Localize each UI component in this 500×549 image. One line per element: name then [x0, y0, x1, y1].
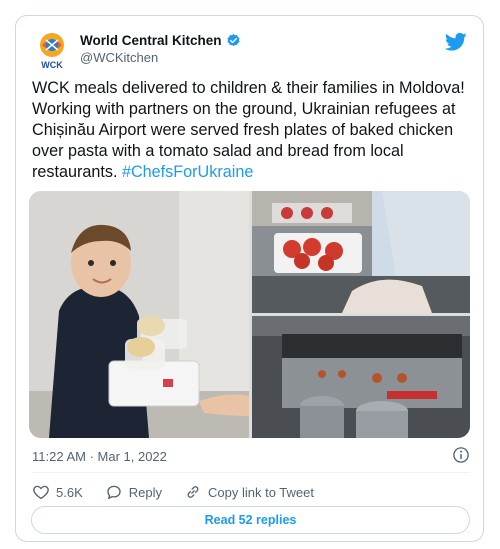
author-block[interactable]: World Central Kitchen @WCKitchen — [80, 33, 241, 65]
hashtag-link[interactable]: #ChefsForUkraine — [122, 163, 253, 181]
read-replies-button[interactable]: Read 52 replies — [31, 506, 470, 534]
author-name[interactable]: World Central Kitchen — [80, 33, 222, 48]
media-grid — [29, 191, 470, 438]
tweet-timestamp[interactable]: 11:22 AM · Mar 1, 2022 — [32, 449, 167, 464]
verified-badge-icon — [226, 33, 241, 48]
tweet-header: WCK World Central Kitchen @WCKitchen — [34, 30, 469, 70]
tweet-text: WCK meals delivered to children & their … — [32, 78, 472, 183]
copy-link-label: Copy link to Tweet — [208, 484, 314, 500]
link-icon — [187, 486, 199, 498]
heart-icon — [33, 485, 49, 500]
reply-label: Reply — [128, 484, 162, 500]
action-bar: 5.6K Reply Copy link to Tweet — [32, 482, 336, 502]
divider — [32, 472, 470, 473]
photo-kitchen-stove[interactable] — [252, 316, 470, 438]
twitter-bird-icon[interactable] — [444, 32, 467, 52]
reply-icon — [107, 485, 121, 500]
svg-text:WCK: WCK — [41, 60, 63, 70]
photo-child-with-meal[interactable] — [29, 191, 249, 438]
reply-button[interactable]: Reply — [105, 483, 162, 501]
like-button[interactable]: 5.6K — [32, 483, 83, 501]
author-handle[interactable]: @WCKitchen — [80, 50, 241, 65]
copy-link-button[interactable]: Copy link to Tweet — [184, 483, 314, 501]
wck-logo[interactable]: WCK — [34, 30, 70, 70]
photo-tomatoes-prep[interactable] — [252, 191, 470, 313]
timestamp-row: 11:22 AM · Mar 1, 2022 — [32, 446, 470, 466]
info-icon[interactable] — [452, 446, 470, 464]
tweet-card: WCK World Central Kitchen @WCKitchen WCK — [15, 15, 484, 542]
like-count: 5.6K — [56, 484, 83, 500]
